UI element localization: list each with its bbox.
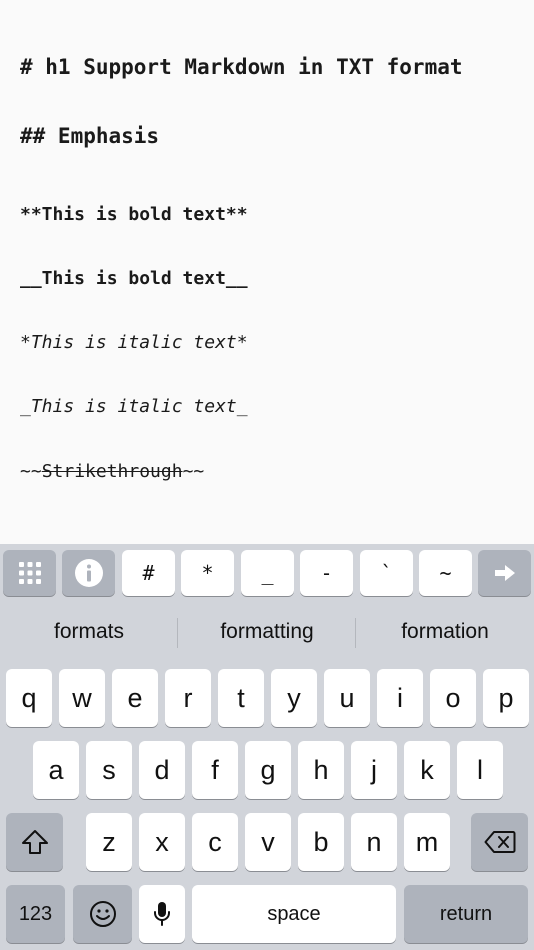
strike-prefix: ~~: [20, 461, 42, 482]
key-w[interactable]: w: [59, 669, 105, 727]
key-a[interactable]: a: [33, 741, 79, 799]
key-o[interactable]: o: [430, 669, 476, 727]
keyboard: # * _ - ` ~ formats formatting formation…: [0, 544, 534, 950]
bold-asterisk-line[interactable]: **This is bold text**: [20, 204, 248, 225]
key-u[interactable]: u: [324, 669, 370, 727]
key-v[interactable]: v: [245, 813, 291, 871]
key-g[interactable]: g: [245, 741, 291, 799]
microphone-icon: [154, 902, 170, 926]
keypad-grid-icon: [18, 562, 41, 584]
strike-suffix: ~~: [182, 461, 205, 482]
key-s[interactable]: s: [86, 741, 132, 799]
backtick-key[interactable]: `: [360, 550, 413, 596]
info-button[interactable]: [62, 550, 115, 596]
emoji-icon: [89, 901, 116, 927]
key-e[interactable]: e: [112, 669, 158, 727]
numbers-key[interactable]: 123: [6, 885, 65, 943]
key-x[interactable]: x: [139, 813, 185, 871]
hash-key[interactable]: #: [122, 550, 175, 596]
delete-icon: [484, 831, 515, 853]
dash-key[interactable]: -: [300, 550, 353, 596]
key-b[interactable]: b: [298, 813, 344, 871]
info-icon: [74, 559, 103, 587]
suggestion-bar: formats formatting formation: [0, 610, 534, 654]
emoji-key[interactable]: [73, 885, 132, 943]
key-c[interactable]: c: [192, 813, 238, 871]
key-r[interactable]: r: [165, 669, 211, 727]
italic-underscore-line[interactable]: _This is italic text_: [20, 396, 248, 417]
shift-key[interactable]: [6, 813, 63, 871]
suggestion-2[interactable]: formatting: [178, 610, 356, 654]
key-i[interactable]: i: [377, 669, 423, 727]
suggestion-1[interactable]: formats: [0, 610, 178, 654]
strikethrough-line[interactable]: ~~Strikethrough~~: [20, 461, 204, 482]
key-h[interactable]: h: [298, 741, 344, 799]
arrow-right-icon: [494, 565, 515, 581]
keypad-grid-button[interactable]: [3, 550, 56, 596]
text-editor[interactable]: # h1 Support Markdown in TXT format ## E…: [0, 0, 534, 544]
asterisk-key[interactable]: *: [181, 550, 234, 596]
key-y[interactable]: y: [271, 669, 317, 727]
key-m[interactable]: m: [404, 813, 450, 871]
italic-asterisk-line[interactable]: *This is italic text*: [20, 332, 248, 353]
key-k[interactable]: k: [404, 741, 450, 799]
shift-icon: [21, 830, 48, 854]
strike-text: Strikethrough: [41, 461, 183, 482]
return-key[interactable]: return: [404, 885, 528, 943]
key-t[interactable]: t: [218, 669, 264, 727]
space-key[interactable]: space: [192, 885, 396, 943]
key-f[interactable]: f: [192, 741, 238, 799]
key-j[interactable]: j: [351, 741, 397, 799]
key-l[interactable]: l: [457, 741, 503, 799]
delete-key[interactable]: [471, 813, 528, 871]
heading-2-line[interactable]: ## Emphasis: [20, 124, 159, 148]
tilde-key[interactable]: ~: [419, 550, 472, 596]
key-d[interactable]: d: [139, 741, 185, 799]
heading-1-line[interactable]: # h1 Support Markdown in TXT format: [20, 55, 463, 79]
bold-underscore-line[interactable]: __This is bold text__: [20, 268, 248, 289]
markdown-toolbar: # * _ - ` ~: [0, 544, 534, 602]
next-arrow-button[interactable]: [478, 550, 531, 596]
key-q[interactable]: q: [6, 669, 52, 727]
key-n[interactable]: n: [351, 813, 397, 871]
microphone-key[interactable]: [139, 885, 185, 943]
underscore-key[interactable]: _: [241, 550, 294, 596]
suggestion-3[interactable]: formation: [356, 610, 534, 654]
key-p[interactable]: p: [483, 669, 529, 727]
key-z[interactable]: z: [86, 813, 132, 871]
